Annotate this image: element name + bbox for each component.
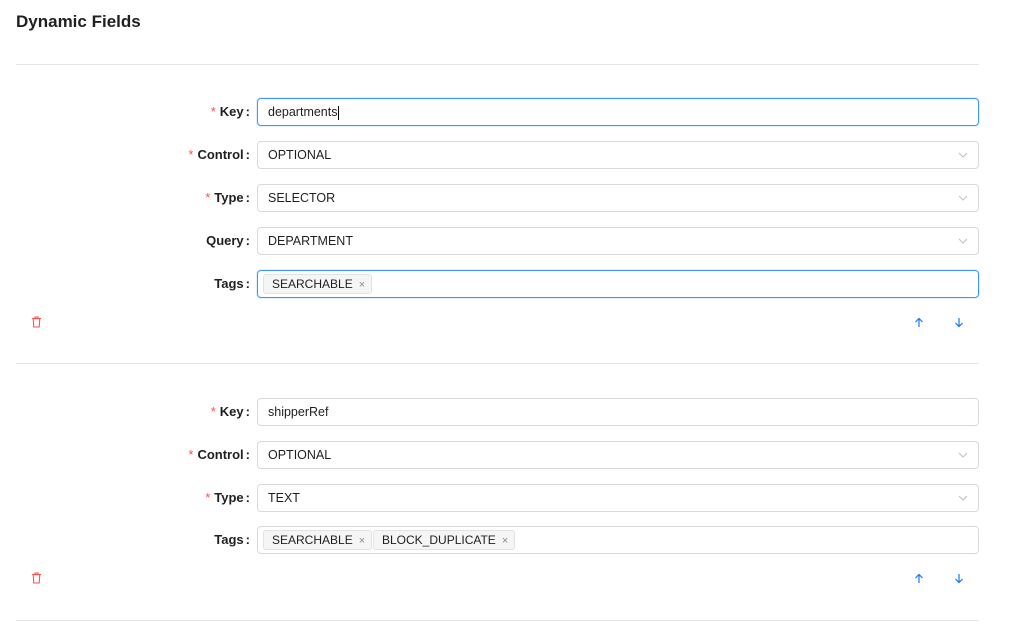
move-up-button[interactable] [912, 315, 926, 329]
field-1-type-label: * Type: [205, 190, 250, 205]
field-2-tags-label: Tags: [214, 532, 250, 547]
move-down-button[interactable] [952, 571, 966, 585]
field-1-query-row: Query: DEPARTMENT [0, 227, 1016, 255]
field-2-control-row: * Control: OPTIONAL [0, 441, 1016, 469]
field-1-control-row: * Control: OPTIONAL [0, 141, 1016, 169]
field-2-type-row: * Type: TEXT [0, 484, 1016, 512]
tag-label: SEARCHABLE [272, 277, 353, 291]
move-up-button[interactable] [912, 571, 926, 585]
delete-icon [31, 572, 41, 584]
arrow-down-icon [955, 317, 963, 327]
field-1-control-value: OPTIONAL [268, 148, 332, 162]
tag: SEARCHABLE × [263, 530, 373, 550]
field-1-query-select[interactable]: DEPARTMENT [257, 227, 979, 255]
field-2-control-label: * Control: [188, 447, 250, 462]
field-1-control-select[interactable]: OPTIONAL [257, 141, 979, 169]
delete-button[interactable] [29, 571, 43, 585]
arrow-up-icon [915, 573, 923, 583]
text-cursor [338, 105, 340, 120]
field-2-tags-select[interactable]: SEARCHABLE × BLOCK_DUPLICATE × [257, 526, 979, 554]
divider [16, 620, 979, 621]
field-2-type-select[interactable]: TEXT [257, 484, 979, 512]
tag-label: SEARCHABLE [272, 533, 353, 547]
page-title: Dynamic Fields [16, 12, 141, 31]
field-2-type-value: TEXT [268, 491, 300, 505]
chevron-down-icon [958, 452, 968, 458]
field-1-tags-row: Tags: SEARCHABLE × [0, 270, 1016, 298]
divider [16, 64, 979, 65]
close-icon[interactable]: × [359, 532, 365, 550]
field-1-key-label: * Key: [210, 104, 250, 119]
chevron-down-icon [958, 238, 968, 244]
field-1-query-label: Query: [206, 233, 250, 248]
field-1-query-value: DEPARTMENT [268, 234, 353, 248]
field-1-tags-select[interactable]: SEARCHABLE × [257, 270, 979, 298]
field-1-tags-label: Tags: [214, 276, 250, 291]
move-down-button[interactable] [952, 315, 966, 329]
field-1-key-value: departments [268, 105, 338, 119]
chevron-down-icon [958, 195, 968, 201]
divider [16, 363, 979, 364]
chevron-down-icon [958, 152, 968, 158]
arrow-down-icon [955, 573, 963, 583]
tag: BLOCK_DUPLICATE × [373, 530, 516, 550]
arrow-up-icon [915, 317, 923, 327]
delete-button[interactable] [29, 315, 43, 329]
field-2-key-label: * Key: [210, 404, 250, 419]
field-1-type-value: SELECTOR [268, 191, 336, 205]
field-1-type-row: * Type: SELECTOR [0, 184, 1016, 212]
delete-icon [31, 316, 41, 328]
field-1-type-select[interactable]: SELECTOR [257, 184, 979, 212]
field-2-tags-row: Tags: SEARCHABLE × BLOCK_DUPLICATE × [0, 526, 1016, 554]
field-2-type-label: * Type: [205, 490, 250, 505]
dynamic-fields-page: Dynamic Fields * Key: departments * Contro… [0, 0, 1016, 637]
field-1-key-row: * Key: departments [0, 98, 1016, 126]
close-icon[interactable]: × [359, 276, 365, 294]
field-2-key-input[interactable]: shipperRef [257, 398, 979, 426]
field-1-control-label: * Control: [188, 147, 250, 162]
chevron-down-icon [958, 495, 968, 501]
close-icon[interactable]: × [502, 532, 508, 550]
field-2-control-select[interactable]: OPTIONAL [257, 441, 979, 469]
field-2-control-value: OPTIONAL [268, 448, 332, 462]
field-1-key-input[interactable]: departments [257, 98, 979, 126]
tag-label: BLOCK_DUPLICATE [382, 533, 496, 547]
field-2-key-value: shipperRef [268, 405, 329, 419]
tag: SEARCHABLE × [263, 274, 373, 294]
field-2-key-row: * Key: shipperRef [0, 398, 1016, 426]
